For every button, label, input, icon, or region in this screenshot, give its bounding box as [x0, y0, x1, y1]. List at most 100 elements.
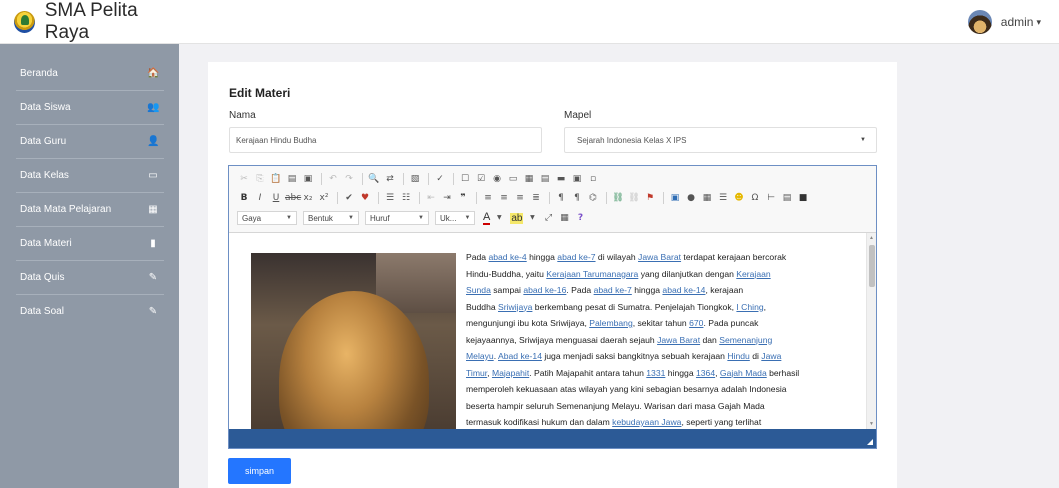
numbered-list-icon[interactable]: ☰	[383, 192, 397, 204]
bold-icon[interactable]: B	[237, 192, 251, 204]
style-combo[interactable]: Gaya ▼	[237, 211, 297, 225]
find-icon[interactable]: 🔍	[367, 173, 381, 185]
article-link[interactable]: Sunda	[466, 285, 491, 295]
subscript-icon[interactable]: x₂	[301, 192, 315, 204]
outdent-icon[interactable]: ⇤	[424, 192, 438, 204]
blockquote-icon[interactable]: ❞	[456, 192, 470, 204]
horizontal-line-icon[interactable]: ☰	[716, 192, 730, 204]
unlink-icon[interactable]: ⛓	[627, 192, 641, 204]
sidebar-item-data-kelas[interactable]: Data Kelas ▭	[0, 158, 179, 192]
scrollbar-thumb[interactable]	[869, 245, 875, 287]
article-link[interactable]: abad ke-4	[488, 252, 526, 262]
textarea-icon[interactable]: ▦	[522, 173, 536, 185]
article-link[interactable]: Kerajaan	[736, 269, 770, 279]
superscript-icon[interactable]: x²	[317, 192, 331, 204]
article-link[interactable]: Semenanjung	[719, 335, 772, 345]
article-link[interactable]: abad ke-7	[557, 252, 595, 262]
chevron-down-icon[interactable]: ▼	[525, 212, 539, 224]
strikethrough-icon[interactable]: abc	[285, 192, 301, 204]
hidden-field-icon[interactable]: ▫	[586, 173, 600, 185]
spellcheck-icon[interactable]: ✓	[433, 173, 447, 185]
help-icon[interactable]: ?	[573, 212, 587, 224]
sidebar-item-data-materi[interactable]: Data Materi ▮	[0, 226, 179, 260]
clear-format-icon[interactable]: ♥	[358, 192, 372, 204]
article-link[interactable]: Palembang	[589, 318, 632, 328]
page-break-icon[interactable]: ⊢	[764, 192, 778, 204]
paste-icon[interactable]: 📋	[269, 173, 283, 185]
article-link[interactable]: Jawa	[761, 351, 781, 361]
article-link[interactable]: Abad ke-14	[498, 351, 542, 361]
nama-input[interactable]: Kerajaan Hindu Budha	[229, 127, 542, 153]
select-field-icon[interactable]: ▤	[538, 173, 552, 185]
iframe-icon[interactable]: ▤	[780, 192, 794, 204]
align-justify-icon[interactable]: ≣	[529, 192, 543, 204]
copy-icon[interactable]: ⎘	[253, 173, 267, 185]
maximize-icon[interactable]: ⤢	[541, 212, 555, 224]
article-link[interactable]: Sriwijaya	[498, 302, 532, 312]
article-link[interactable]: abad ke-16	[523, 285, 566, 295]
article-link[interactable]: abad ke-7	[594, 285, 632, 295]
image-icon[interactable]: ▣	[668, 192, 682, 204]
redo-icon[interactable]: ↷	[342, 173, 356, 185]
article-link[interactable]: Kerajaan Tarumanagara	[546, 269, 638, 279]
rtl-icon[interactable]: ¶	[570, 192, 584, 204]
article-link[interactable]: Gajah Mada	[720, 368, 767, 378]
article-link[interactable]: Melayu	[466, 351, 494, 361]
editor-scrollbar[interactable]: ▲ ▼	[866, 233, 876, 429]
chevron-down-icon[interactable]: ▼	[492, 212, 506, 224]
sidebar-item-data-quis[interactable]: Data Quis ✎	[0, 260, 179, 294]
article-link[interactable]: 1331	[646, 368, 665, 378]
replace-icon[interactable]: ⇄	[383, 173, 397, 185]
underline-icon[interactable]: U	[269, 192, 283, 204]
article-link[interactable]: kebudayaan Jawa	[612, 417, 681, 427]
background-color-icon[interactable]: ab	[510, 212, 524, 224]
article-link[interactable]: Majapahit	[492, 368, 529, 378]
align-right-icon[interactable]: ≡	[513, 192, 527, 204]
ltr-icon[interactable]: ¶	[554, 192, 568, 204]
scroll-down-icon[interactable]: ▼	[869, 421, 874, 427]
article-link[interactable]: 670	[689, 318, 703, 328]
link-icon[interactable]: ⛓	[611, 192, 625, 204]
save-button[interactable]: simpan	[228, 458, 291, 484]
checkbox-icon[interactable]: ☑	[474, 173, 488, 185]
sidebar-item-data-mata-pelajaran[interactable]: Data Mata Pelajaran ▦	[0, 192, 179, 226]
video-icon[interactable]: ■	[796, 192, 810, 204]
textfield-icon[interactable]: ▭	[506, 173, 520, 185]
article-link[interactable]: Timur	[466, 368, 487, 378]
anchor-flag-icon[interactable]: ⚑	[643, 192, 657, 204]
image-button-icon[interactable]: ▣	[570, 173, 584, 185]
italic-icon[interactable]: I	[253, 192, 267, 204]
sidebar-item-data-guru[interactable]: Data Guru 👤	[0, 124, 179, 158]
undo-icon[interactable]: ↶	[326, 173, 340, 185]
paste-word-icon[interactable]: ▣	[301, 173, 315, 185]
select-all-icon[interactable]: ▧	[408, 173, 422, 185]
language-icon[interactable]: ⌬	[586, 192, 600, 204]
resize-handle-icon[interactable]	[867, 439, 873, 445]
flash-icon[interactable]: ●	[684, 192, 698, 204]
bullet-list-icon[interactable]: ☷	[399, 192, 413, 204]
paste-text-icon[interactable]: ▤	[285, 173, 299, 185]
size-combo[interactable]: Uk... ▼	[435, 211, 475, 225]
article-link[interactable]: I Ching	[736, 302, 763, 312]
article-link[interactable]: abad ke-14	[662, 285, 705, 295]
sidebar-item-data-soal[interactable]: Data Soal ✎	[0, 294, 179, 328]
smiley-icon[interactable]: ☻	[732, 192, 746, 204]
text-color-icon[interactable]: A	[483, 211, 491, 225]
button-field-icon[interactable]: ▬	[554, 173, 568, 185]
table-icon[interactable]: ▦	[700, 192, 714, 204]
font-combo[interactable]: Huruf ▼	[365, 211, 429, 225]
format-combo[interactable]: Bentuk ▼	[303, 211, 359, 225]
align-center-icon[interactable]: ≡	[497, 192, 511, 204]
show-blocks-icon[interactable]: ▦	[557, 212, 571, 224]
user-menu[interactable]: admin ▾	[967, 10, 1041, 34]
rich-text-editor[interactable]: ✂ ⎘ 📋 ▤ ▣ ↶ ↷ 🔍 ⇄ ▧ ✓ ☐ ☑ ◉ ▭ ▦ ▤ ▬ ▣ ▫ …	[228, 165, 877, 449]
align-left-icon[interactable]: ≡	[481, 192, 495, 204]
article-link[interactable]: Jawa Barat	[657, 335, 700, 345]
article-link[interactable]: Hindu	[727, 351, 749, 361]
article-link[interactable]: Jawa Barat	[638, 252, 681, 262]
sidebar-item-data-siswa[interactable]: Data Siswa 👥	[0, 90, 179, 124]
scroll-up-icon[interactable]: ▲	[869, 235, 874, 241]
special-char-icon[interactable]: Ω	[748, 192, 762, 204]
brand[interactable]: SMA Pelita Raya	[0, 0, 179, 44]
editor-content-area[interactable]: Pada abad ke-4 hingga abad ke-7 di wilay…	[229, 233, 876, 429]
